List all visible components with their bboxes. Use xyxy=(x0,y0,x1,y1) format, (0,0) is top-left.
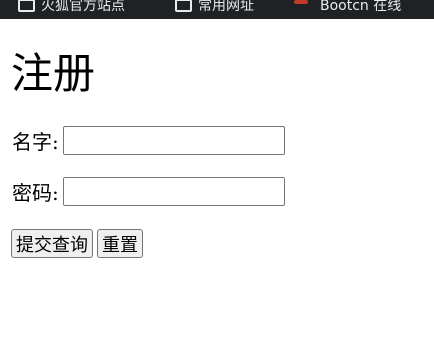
password-label: 密码: xyxy=(12,181,59,205)
password-input[interactable] xyxy=(62,177,285,206)
page-title: 注册 xyxy=(11,49,96,98)
bookmark-folder-common-sites[interactable]: 常用网址 xyxy=(175,0,254,16)
bookmark-bootcn[interactable]: Bootcn 在线 xyxy=(294,0,401,16)
reset-button[interactable]: 重置 xyxy=(97,229,143,258)
bookmark-label: 常用网址 xyxy=(198,0,254,14)
folder-icon xyxy=(175,0,192,12)
bookmark-folder-firefox-official[interactable]: 火狐官方站点 xyxy=(18,0,125,16)
form-buttons: 提交查询 重置 xyxy=(11,229,143,258)
bookmarks-bar: 火狐官方站点 常用网址 Bootcn 在线 xyxy=(0,0,434,19)
folder-icon xyxy=(18,0,35,12)
submit-button[interactable]: 提交查询 xyxy=(11,229,93,258)
name-label: 名字: xyxy=(12,130,59,154)
bookmark-label: Bootcn 在线 xyxy=(320,0,402,14)
name-input[interactable] xyxy=(62,126,285,155)
bookmark-label: 火狐官方站点 xyxy=(41,0,125,14)
name-row: 名字: xyxy=(12,126,285,155)
password-row: 密码: xyxy=(12,177,285,206)
site-favicon-icon xyxy=(294,0,308,10)
